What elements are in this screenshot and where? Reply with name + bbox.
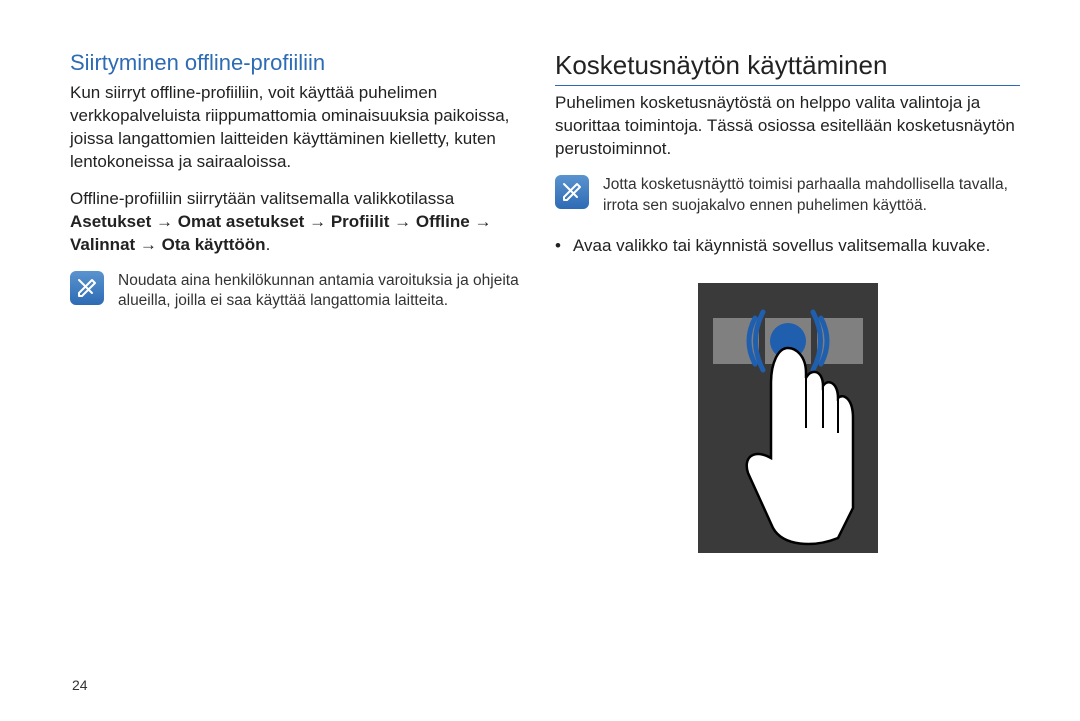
left-para-2-lead: Offline-profiiliin siirrytään valitsemal… — [70, 189, 454, 208]
right-column: Kosketusnäytön käyttäminen Puhelimen kos… — [555, 50, 1040, 691]
left-step-valinnat: Valinnat — [70, 235, 135, 254]
arrow-icon: → — [140, 235, 157, 254]
left-step-omat-asetukset: Omat asetukset — [178, 212, 305, 231]
left-para-1: Kun siirryt offline-profiiliin, voit käy… — [70, 82, 525, 174]
right-bullet-1-text: Avaa valikko tai käynnistä sovellus vali… — [573, 235, 990, 258]
right-heading: Kosketusnäytön käyttäminen — [555, 50, 1020, 86]
bullet-dot-icon: • — [555, 235, 573, 258]
right-note-text: Jotta kosketusnäyttö toimisi parhaalla m… — [603, 175, 1020, 217]
right-note-block: Jotta kosketusnäyttö toimisi parhaalla m… — [555, 175, 1020, 217]
right-bullet-1: • Avaa valikko tai käynnistä sovellus va… — [555, 235, 1020, 258]
touchscreen-tap-illustration — [693, 278, 883, 558]
left-step-ota-kayttoon: Ota käyttöön — [162, 235, 266, 254]
left-subheading: Siirtyminen offline-profiiliin — [70, 50, 525, 76]
arrow-icon: → — [309, 212, 326, 231]
page: Siirtyminen offline-profiiliin Kun siirr… — [0, 0, 1080, 721]
arrow-icon: → — [156, 212, 173, 231]
note-icon — [70, 271, 104, 305]
arrow-icon: → — [474, 212, 491, 231]
arrow-icon: → — [394, 212, 411, 231]
left-column: Siirtyminen offline-profiiliin Kun siirr… — [70, 50, 555, 691]
left-step-profiilit: Profiilit — [331, 212, 390, 231]
note-icon — [555, 175, 589, 209]
page-number: 24 — [72, 677, 88, 693]
left-note-block: Noudata aina henkilökunnan antamia varoi… — [70, 271, 525, 313]
right-para-1: Puhelimen kosketusnäytöstä on helppo val… — [555, 92, 1020, 161]
left-step-asetukset: Asetukset — [70, 212, 151, 231]
left-para-2: Offline-profiiliin siirrytään valitsemal… — [70, 188, 525, 257]
left-note-text: Noudata aina henkilökunnan antamia varoi… — [118, 271, 525, 313]
left-step-offline: Offline — [416, 212, 470, 231]
touch-figure — [555, 278, 1020, 558]
